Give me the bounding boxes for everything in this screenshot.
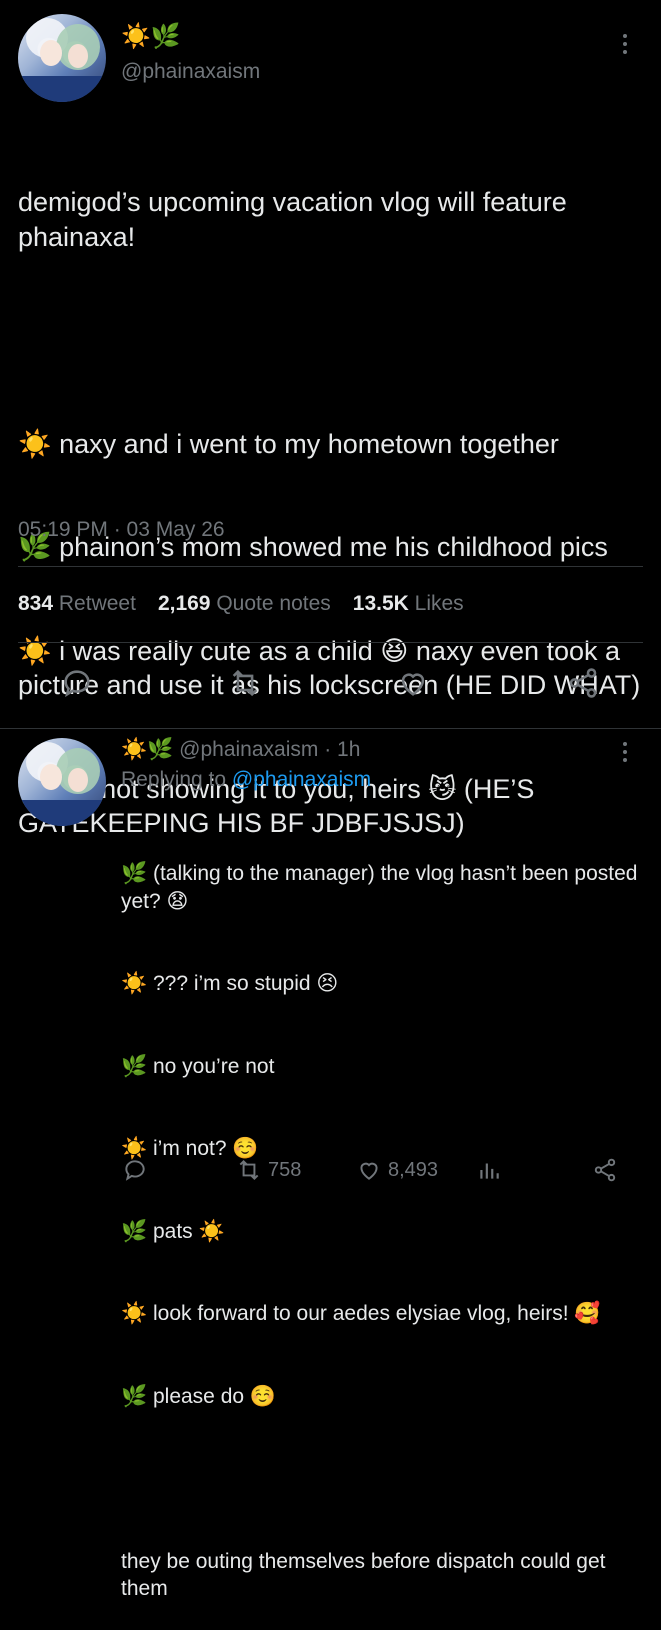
replying-to: Replying to @phainaxaism: [121, 768, 371, 792]
reply-line: 🌿 (talking to the manager) the vlog hasn…: [121, 862, 644, 913]
reply-like-button[interactable]: 8,493: [356, 1156, 438, 1184]
reply-text: 🌿 (talking to the manager) the vlog hasn…: [121, 805, 646, 1630]
reply-line: [121, 1465, 646, 1493]
divider: [18, 566, 643, 567]
retweet-icon[interactable]: [228, 666, 264, 702]
reply-line: 🌿 please do ☺️: [121, 1384, 277, 1408]
reply-line: they be outing themselves before dispatc…: [121, 1549, 612, 1601]
reply-analytics-button[interactable]: [476, 1156, 502, 1184]
reply-line: 🌿 pats ☀️: [121, 1219, 225, 1243]
tweet-separator: [0, 728, 661, 729]
reply-display-name: ☀️🌿: [121, 738, 174, 761]
reply-avatar[interactable]: [18, 738, 106, 826]
tweet-stats: 834 Retweet 2,169 Quote notes 13.5K Like…: [18, 592, 464, 616]
divider: [18, 642, 643, 643]
timestamp[interactable]: 05:19 PM · 03 May 26: [18, 518, 225, 542]
like-icon: [360, 1162, 378, 1180]
reply-line: ☀️ ??? i’m so stupid 😣: [121, 972, 339, 995]
reply-reply-button[interactable]: [122, 1156, 148, 1184]
reply-like-count: 8,493: [388, 1158, 439, 1181]
reply-time: · 1h: [324, 738, 361, 761]
reply-handle: @phainaxaism: [179, 738, 319, 761]
tweet-line: [18, 323, 654, 358]
replying-handle-link[interactable]: @phainaxaism: [232, 768, 371, 791]
reply-retweet-button[interactable]: 758: [236, 1156, 301, 1184]
reply-header[interactable]: ☀️🌿 @phainaxaism · 1h: [121, 738, 360, 762]
like-icon[interactable]: [396, 666, 432, 702]
reply-icon: [125, 1160, 145, 1181]
more-options-icon[interactable]: [622, 34, 628, 54]
reply-line: 🌿 no you’re not: [121, 1054, 275, 1078]
avatar[interactable]: [18, 14, 106, 102]
reply-retweet-count: 758: [268, 1158, 302, 1181]
replying-label: Replying to: [121, 768, 227, 791]
quote-stat[interactable]: 2,169 Quote notes: [158, 592, 331, 616]
user-handle[interactable]: @phainaxaism: [121, 60, 260, 84]
retweet-icon: [239, 1159, 259, 1181]
reply-more-options-icon[interactable]: [622, 742, 628, 762]
share-icon: [594, 1158, 616, 1182]
reply-share-button[interactable]: [592, 1156, 618, 1184]
tweet-line: ☀️ naxy and i went to my hometown togeth…: [18, 428, 559, 459]
reply-icon[interactable]: [60, 666, 96, 702]
tweet-line: ☀️ i was really cute as a child 😆 naxy e…: [18, 635, 641, 701]
reply-line: ☀️ look forward to our aedes elysiae vlo…: [121, 1302, 601, 1325]
share-icon[interactable]: [566, 666, 602, 702]
likes-stat[interactable]: 13.5K Likes: [353, 592, 464, 616]
analytics-icon: [480, 1163, 499, 1179]
retweet-stat[interactable]: 834 Retweet: [18, 592, 136, 616]
display-name[interactable]: ☀️🌿: [121, 22, 181, 51]
tweet-line: demigod’s upcoming vacation vlog will fe…: [18, 187, 575, 252]
